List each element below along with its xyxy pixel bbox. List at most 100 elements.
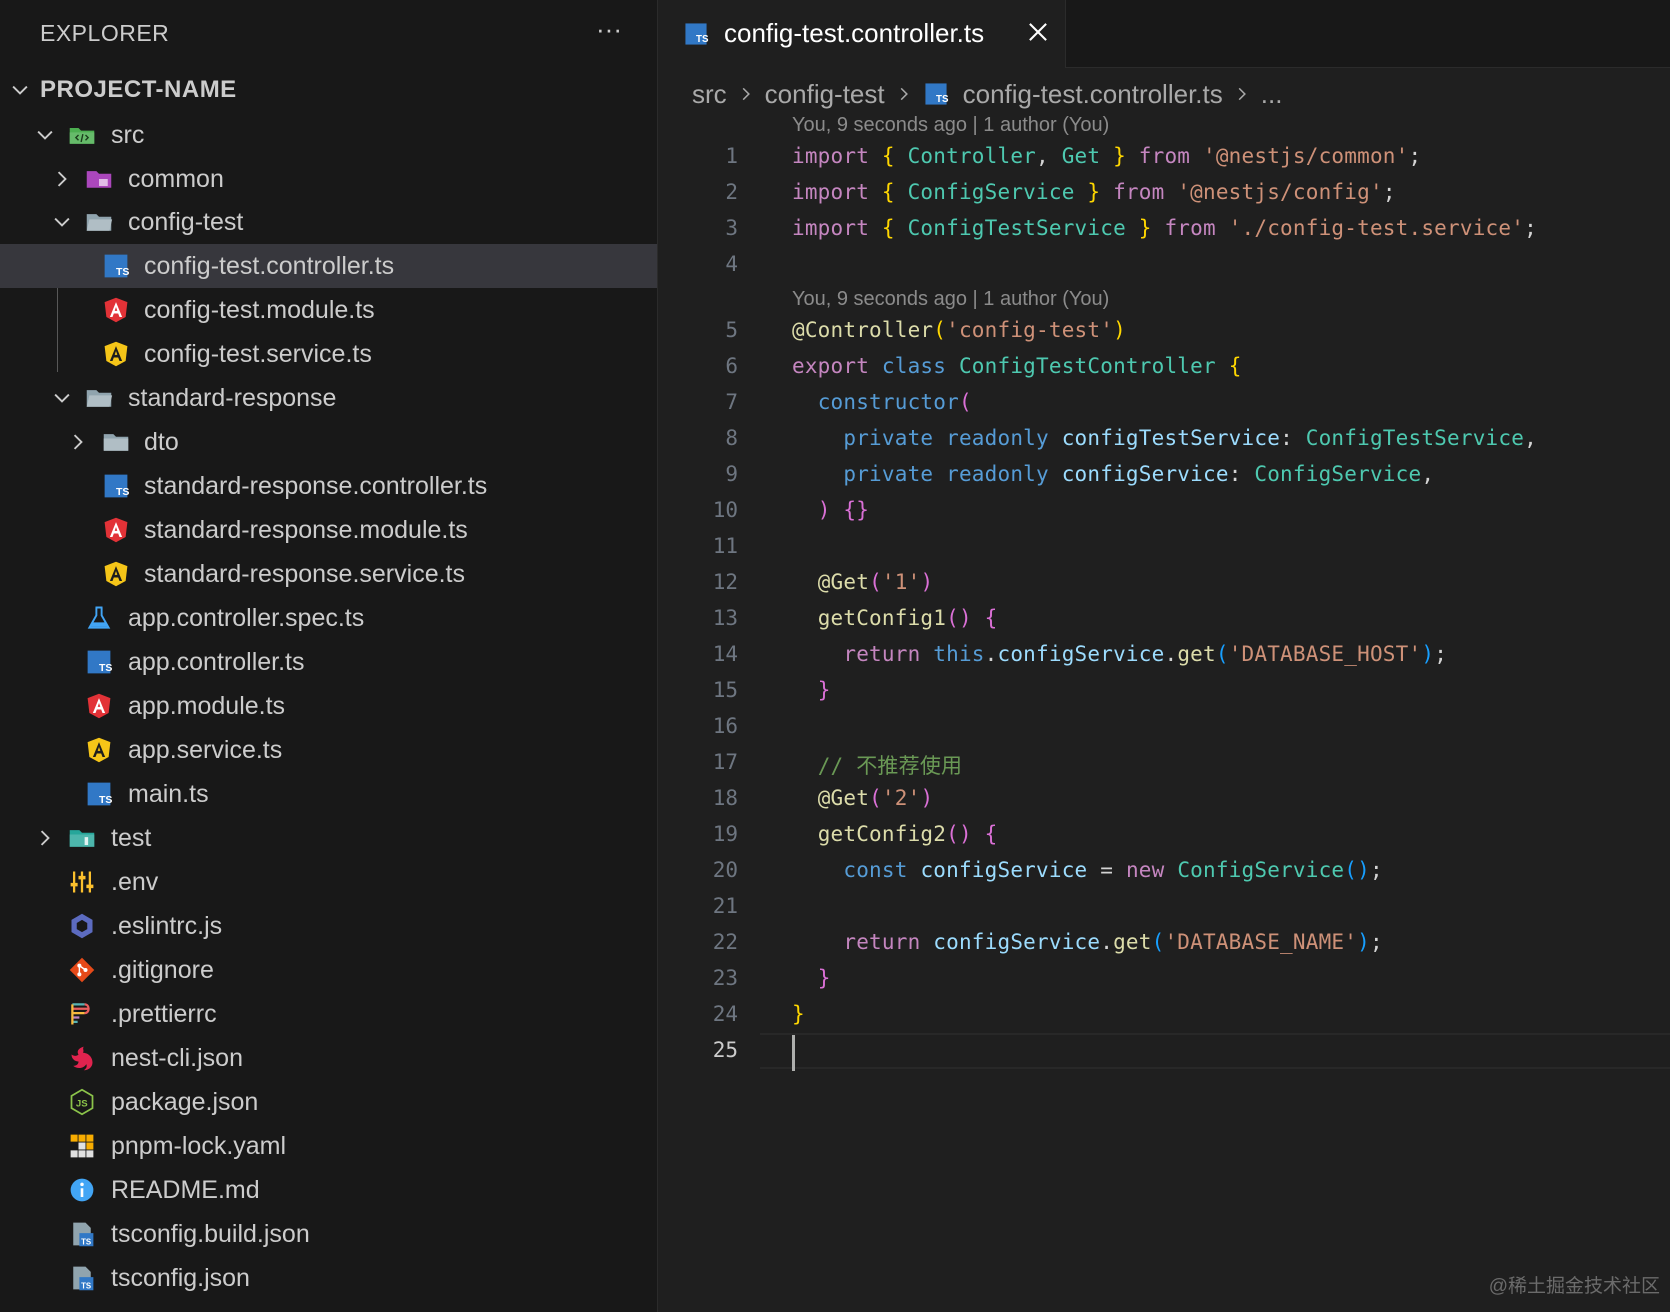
tree-file-gitignore[interactable]: .gitignore bbox=[0, 948, 657, 992]
line-number: 9 bbox=[725, 462, 738, 486]
tree-file-app-module[interactable]: app.module.ts bbox=[0, 684, 657, 728]
folder-open-icon bbox=[84, 207, 114, 237]
angular-service-icon bbox=[101, 559, 131, 589]
tree-file-tsconfig[interactable]: TS tsconfig.json bbox=[0, 1256, 657, 1300]
tab-config-test-controller[interactable]: TS config-test.controller.ts bbox=[659, 0, 1066, 68]
code-line[interactable]: const configService = new ConfigService(… bbox=[792, 858, 1383, 882]
tree-file-app-controller-spec[interactable]: app.controller.spec.ts bbox=[0, 596, 657, 640]
explorer-title: EXPLORER bbox=[40, 20, 170, 46]
tree-root-project[interactable]: PROJECT-NAME bbox=[0, 68, 657, 112]
line-number: 18 bbox=[712, 786, 738, 810]
tree-file-config-test-controller[interactable]: TS config-test.controller.ts bbox=[0, 244, 657, 288]
tree-folder-standard-response[interactable]: standard-response bbox=[0, 376, 657, 420]
breadcrumb-src[interactable]: src bbox=[692, 79, 727, 110]
chevron-right-icon bbox=[737, 85, 755, 103]
code-line[interactable]: import { ConfigService } from '@nestjs/c… bbox=[792, 180, 1396, 204]
tree-file-config-test-service[interactable]: config-test.service.ts bbox=[0, 332, 657, 376]
tree-folder-config-test[interactable]: config-test bbox=[0, 200, 657, 244]
tree-label: app.controller.spec.ts bbox=[128, 604, 365, 632]
current-line-highlight bbox=[760, 1033, 1670, 1069]
line-number: 25 bbox=[712, 1038, 738, 1062]
line-number: 20 bbox=[712, 858, 738, 882]
line-number: 22 bbox=[712, 930, 738, 954]
code-line[interactable]: import { Controller, Get } from '@nestjs… bbox=[792, 144, 1421, 168]
typescript-file-icon: TS bbox=[101, 471, 131, 501]
tree-file-app-service[interactable]: app.service.ts bbox=[0, 728, 657, 772]
folder-icon bbox=[101, 427, 131, 457]
more-actions-icon[interactable]: ··· bbox=[596, 14, 622, 45]
tree-folder-test[interactable]: test bbox=[0, 816, 657, 860]
angular-module-icon bbox=[84, 691, 114, 721]
tree-label: package.json bbox=[111, 1088, 259, 1116]
tree-file-app-controller[interactable]: TS app.controller.ts bbox=[0, 640, 657, 684]
svg-text:TS: TS bbox=[99, 662, 112, 674]
typescript-file-icon: TS bbox=[101, 251, 131, 281]
typescript-file-icon: TS bbox=[923, 81, 949, 107]
typescript-file-icon: TS bbox=[84, 779, 114, 809]
code-line[interactable]: } bbox=[792, 966, 831, 990]
tree-file-standard-response-module[interactable]: standard-response.module.ts bbox=[0, 508, 657, 552]
eslint-icon bbox=[67, 911, 97, 941]
tree-file-eslintrc[interactable]: .eslintrc.js bbox=[0, 904, 657, 948]
code-line[interactable]: @Get('1') bbox=[792, 570, 933, 594]
tree-file-main[interactable]: TS main.ts bbox=[0, 772, 657, 816]
line-number: 1 bbox=[725, 144, 738, 168]
code-line[interactable]: ) {} bbox=[792, 498, 869, 522]
tree-file-config-test-module[interactable]: config-test.module.ts bbox=[0, 288, 657, 332]
line-number: 7 bbox=[725, 390, 738, 414]
tree-file-readme[interactable]: README.md bbox=[0, 1168, 657, 1212]
code-line[interactable]: export class ConfigTestController { bbox=[792, 354, 1242, 378]
line-number: 6 bbox=[725, 354, 738, 378]
tree-file-nest-cli[interactable]: nest-cli.json bbox=[0, 1036, 657, 1080]
breadcrumb-file[interactable]: config-test.controller.ts bbox=[963, 79, 1223, 110]
code-line[interactable]: } bbox=[792, 678, 831, 702]
tree-file-pnpm-lock[interactable]: pnpm-lock.yaml bbox=[0, 1124, 657, 1168]
tree-label: dto bbox=[144, 428, 179, 456]
code-line[interactable]: constructor( bbox=[792, 390, 972, 414]
text-cursor bbox=[792, 1035, 795, 1071]
code-line[interactable]: private readonly configService: ConfigSe… bbox=[792, 462, 1434, 486]
chevron-down-icon bbox=[9, 79, 31, 101]
tree-folder-src[interactable]: src bbox=[0, 113, 657, 157]
code-line[interactable]: return this.configService.get('DATABASE_… bbox=[792, 642, 1447, 666]
code-line[interactable]: return configService.get('DATABASE_NAME'… bbox=[792, 930, 1383, 954]
tree-folder-common[interactable]: common bbox=[0, 157, 657, 201]
editor-tab-bar: TS config-test.controller.ts bbox=[659, 0, 1670, 68]
line-number: 23 bbox=[712, 966, 738, 990]
code-line[interactable]: // 不推荐使用 bbox=[792, 750, 962, 780]
tree-file-package-json[interactable]: JS package.json bbox=[0, 1080, 657, 1124]
typescript-file-icon: TS bbox=[84, 647, 114, 677]
tree-file-env[interactable]: .env bbox=[0, 860, 657, 904]
line-number: 2 bbox=[725, 180, 738, 204]
tree-file-standard-response-service[interactable]: standard-response.service.ts bbox=[0, 552, 657, 596]
code-line[interactable]: import { ConfigTestService } from './con… bbox=[792, 216, 1537, 240]
tree-label: tsconfig.build.json bbox=[111, 1220, 310, 1248]
code-line[interactable]: @Get('2') bbox=[792, 786, 933, 810]
git-blame-lens[interactable]: You, 9 seconds ago | 1 author (You) bbox=[792, 288, 1109, 311]
tree-file-prettierrc[interactable]: .prettierrc bbox=[0, 992, 657, 1036]
tree-label: app.controller.ts bbox=[128, 648, 305, 676]
code-line[interactable]: getConfig1() { bbox=[792, 606, 998, 630]
svg-text:TS: TS bbox=[936, 94, 949, 105]
tsconfig-icon: TS bbox=[67, 1219, 97, 1249]
code-line[interactable]: private readonly configTestService: Conf… bbox=[792, 426, 1537, 450]
typescript-file-icon: TS bbox=[683, 21, 709, 47]
nestjs-icon bbox=[67, 1043, 97, 1073]
chevron-right-icon bbox=[67, 431, 89, 453]
folder-src-open-icon bbox=[67, 120, 97, 150]
tree-file-standard-response-controller[interactable]: TS standard-response.controller.ts bbox=[0, 464, 657, 508]
breadcrumb-symbol[interactable]: ... bbox=[1261, 79, 1283, 110]
git-blame-lens[interactable]: You, 9 seconds ago | 1 author (You) bbox=[792, 114, 1109, 137]
code-line[interactable]: @Controller('config-test') bbox=[792, 318, 1126, 342]
code-line[interactable]: getConfig2() { bbox=[792, 822, 998, 846]
breadcrumb-config-test[interactable]: config-test bbox=[765, 79, 885, 110]
code-line[interactable]: } bbox=[792, 1002, 805, 1026]
svg-text:TS: TS bbox=[696, 34, 709, 45]
tree-label: main.ts bbox=[128, 780, 209, 808]
close-icon[interactable] bbox=[1025, 19, 1051, 45]
tree-folder-dto[interactable]: dto bbox=[0, 420, 657, 464]
tree-label: README.md bbox=[111, 1176, 260, 1204]
line-number: 15 bbox=[712, 678, 738, 702]
tree-file-tsconfig-build[interactable]: TS tsconfig.build.json bbox=[0, 1212, 657, 1256]
breadcrumb: src config-test TS config-test.controlle… bbox=[692, 74, 1282, 114]
